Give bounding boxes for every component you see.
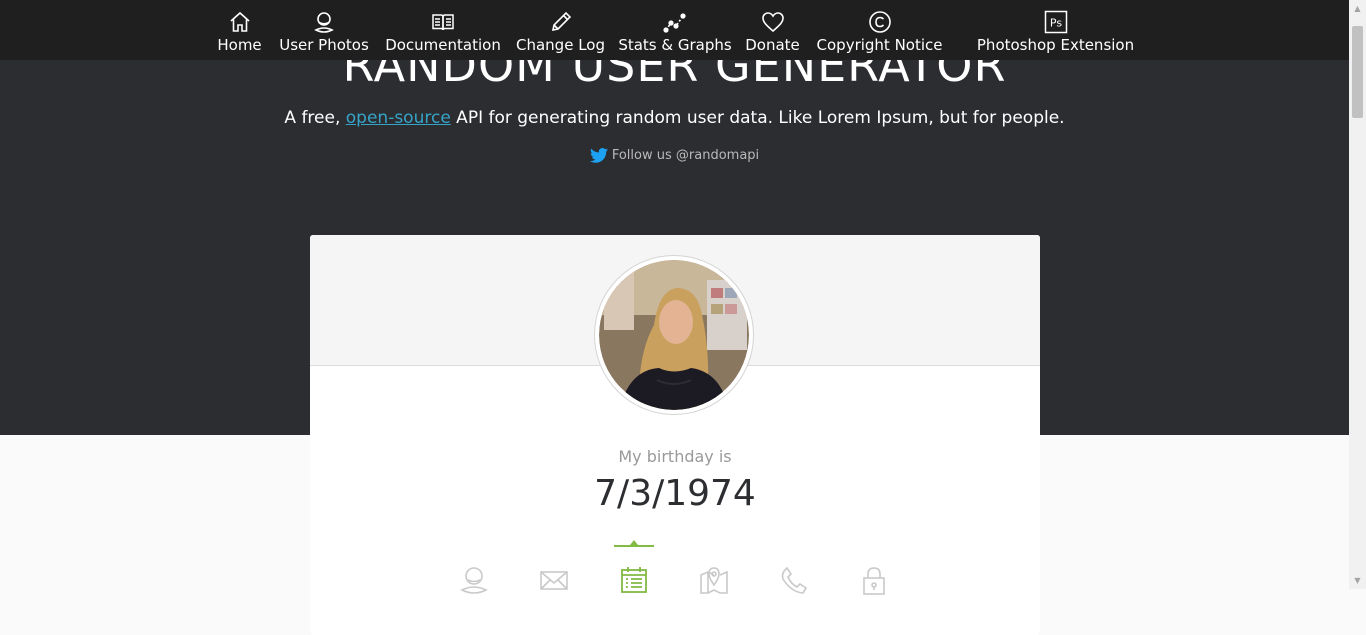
info-tabs [450, 540, 900, 605]
nav-stats-graphs[interactable]: Stats & Graphs [618, 0, 732, 60]
avatar [594, 255, 754, 415]
nav-home[interactable]: Home [217, 0, 262, 60]
scroll-up-arrow[interactable]: ▲ [1349, 0, 1366, 17]
tab-location[interactable] [690, 545, 738, 595]
nav-donate[interactable]: Donate [745, 0, 800, 60]
open-source-link[interactable]: open-source [346, 108, 451, 128]
nav-change-log[interactable]: Change Log [516, 0, 605, 60]
top-navbar: Home User Photos Documentation Change Lo… [0, 0, 1349, 60]
photoshop-icon: Ps [1044, 10, 1067, 34]
nav-label: User Photos [279, 36, 369, 54]
tab-password[interactable] [850, 545, 898, 595]
user-card: My birthday is 7/3/1974 [310, 235, 1040, 635]
nav-documentation[interactable]: Documentation [385, 0, 501, 60]
tagline-prefix: A free, [284, 108, 346, 128]
nav-user-photos[interactable]: User Photos [279, 0, 369, 60]
heart-icon [761, 12, 784, 33]
book-icon [432, 14, 454, 31]
graph-icon [663, 13, 686, 33]
scroll-thumb[interactable] [1352, 26, 1363, 118]
copyright-icon [868, 11, 891, 33]
twitter-follow-link[interactable]: Follow us @randomapi [0, 148, 1349, 163]
tab-phone[interactable] [770, 545, 818, 595]
tagline-suffix: API for generating random user data. Lik… [450, 108, 1065, 128]
nav-label: Stats & Graphs [618, 36, 732, 54]
lock-icon [863, 567, 885, 595]
info-value: 7/3/1974 [594, 473, 756, 514]
user-photo [599, 260, 749, 410]
map-icon [700, 567, 728, 594]
nav-photoshop-extension[interactable]: Ps Photoshop Extension [976, 0, 1135, 60]
tagline: A free, open-source API for generating r… [0, 108, 1349, 128]
vertical-scrollbar[interactable]: ▲ ▼ [1349, 0, 1366, 589]
follow-text: Follow us @randomapi [611, 148, 760, 163]
twitter-icon [589, 148, 608, 163]
tab-birthday[interactable] [610, 540, 658, 595]
nav-label: Photoshop Extension [976, 36, 1135, 54]
info-label: My birthday is [618, 447, 732, 466]
svg-text:Ps: Ps [1049, 17, 1061, 30]
nav-label: Donate [745, 36, 800, 54]
tab-email[interactable] [530, 545, 578, 595]
active-tab-bar [614, 545, 654, 547]
home-icon [229, 11, 250, 32]
envelope-icon [540, 571, 568, 590]
nav-label: Home [217, 36, 262, 54]
user-photos-icon [314, 12, 334, 33]
calendar-icon [621, 567, 647, 593]
nav-copyright-notice[interactable]: Copyright Notice [816, 0, 943, 60]
scroll-down-arrow[interactable]: ▼ [1349, 572, 1366, 589]
nav-label: Copyright Notice [816, 36, 943, 54]
user-icon [460, 567, 488, 594]
nav-label: Documentation [385, 36, 501, 54]
phone-icon [781, 566, 808, 594]
pencil-icon [551, 11, 571, 32]
nav-label: Change Log [516, 36, 605, 54]
tab-name[interactable] [450, 545, 498, 595]
